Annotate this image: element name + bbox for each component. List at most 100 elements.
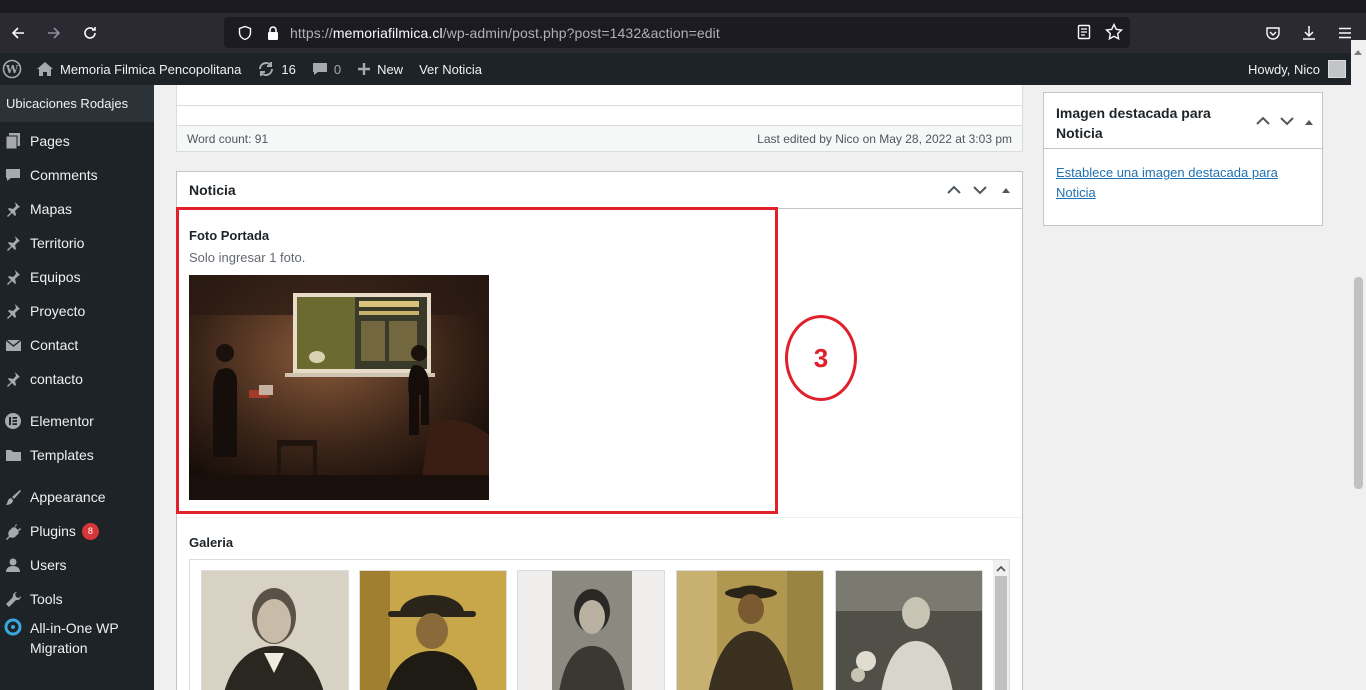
- annotation-highlight-box: [176, 207, 778, 514]
- move-down-icon[interactable]: [972, 181, 988, 199]
- window-scrollbar[interactable]: [1351, 40, 1366, 690]
- sidebar-item-label: All-in-One WP Migration: [30, 620, 119, 656]
- gallery-image-1[interactable]: [201, 570, 349, 690]
- sidebar-item-equipos[interactable]: Equipos: [0, 260, 154, 294]
- howdy-text: Howdy, Nico: [1247, 61, 1320, 77]
- updates-icon: [257, 60, 275, 78]
- wp-admin-bar: W Memoria Filmica Pencopolitana 16 0 New…: [0, 53, 1366, 85]
- sidebar-item-pages[interactable]: Pages: [0, 124, 154, 158]
- gallery-scrollbar[interactable]: [993, 560, 1009, 690]
- view-post-link[interactable]: Ver Noticia: [411, 53, 490, 85]
- browser-tab-strip: [0, 0, 1366, 13]
- pages-icon: [4, 132, 22, 150]
- new-content-link[interactable]: New: [349, 53, 411, 85]
- comments-icon: [4, 166, 22, 184]
- updates-count: 16: [281, 61, 296, 77]
- sidebar-item-contact[interactable]: Contact: [0, 328, 154, 362]
- sidebar-item-territorio[interactable]: Territorio: [0, 226, 154, 260]
- sidebar-item-plugins[interactable]: Plugins 8: [0, 514, 154, 548]
- download-icon[interactable]: [1298, 20, 1320, 46]
- sidebar-item-users[interactable]: Users: [0, 548, 154, 582]
- update-count-badge: 8: [81, 522, 99, 540]
- reader-view-icon[interactable]: [1074, 22, 1094, 42]
- collapse-toggle-icon[interactable]: [1304, 111, 1314, 131]
- wrench-icon: [4, 590, 22, 608]
- sidebar-item-templates[interactable]: Templates: [0, 438, 154, 472]
- sidebar-item-proyecto[interactable]: Proyecto: [0, 294, 154, 328]
- home-icon: [36, 61, 54, 77]
- field-divider: [177, 517, 1022, 518]
- back-icon[interactable]: [0, 15, 36, 51]
- move-up-icon[interactable]: [1256, 111, 1270, 131]
- noticia-metabox-header[interactable]: Noticia: [177, 172, 1022, 209]
- pin-icon: [4, 302, 22, 320]
- featured-image-header[interactable]: Imagen destacada para Noticia: [1044, 93, 1322, 149]
- set-featured-image-link[interactable]: Establece una imagen destacada para Noti…: [1044, 149, 1322, 217]
- editor-area[interactable]: Word count: 91 Last edited by Nico on Ma…: [176, 85, 1023, 152]
- brush-icon: [4, 488, 22, 506]
- shield-icon[interactable]: [234, 25, 256, 41]
- galeria-label: Galeria: [189, 535, 234, 550]
- galeria-gallery[interactable]: [189, 559, 1010, 690]
- plus-icon: [357, 62, 371, 76]
- sidebar-item-label: Comments: [30, 167, 98, 183]
- sidebar-item-label: Elementor: [30, 413, 94, 429]
- folder-icon: [4, 446, 22, 464]
- pocket-icon[interactable]: [1262, 20, 1284, 46]
- browser-toolbar: https://memoriafilmica.cl/wp-admin/post.…: [0, 13, 1366, 53]
- last-edited: Last edited by Nico on May 28, 2022 at 3…: [757, 131, 1012, 146]
- plugin-icon: [4, 522, 22, 540]
- word-count: Word count: 91: [187, 131, 269, 146]
- forward-icon[interactable]: [36, 15, 72, 51]
- sidebar-item-tools[interactable]: Tools: [0, 582, 154, 616]
- pin-icon: [4, 268, 22, 286]
- sidebar-item-label: Users: [30, 557, 67, 573]
- sidebar-item-label: Pages: [30, 133, 70, 149]
- comment-icon: [312, 61, 328, 77]
- sidebar-item-label: Proyecto: [30, 303, 86, 319]
- gallery-image-4[interactable]: [676, 570, 824, 690]
- wordpress-logo-icon[interactable]: W: [0, 53, 28, 85]
- avatar: [1328, 60, 1346, 78]
- move-up-icon[interactable]: [946, 181, 962, 199]
- sidebar-item-label: Contact: [30, 337, 79, 353]
- move-down-icon[interactable]: [1280, 111, 1294, 131]
- sidebar-item-all-in-one-wp-migration[interactable]: All-in-One WP Migration: [0, 616, 154, 660]
- lock-icon[interactable]: [262, 25, 284, 41]
- url-text[interactable]: https://memoriafilmica.cl/wp-admin/post.…: [290, 25, 720, 41]
- featured-image-title: Imagen destacada para Noticia: [1056, 105, 1211, 141]
- comments-link[interactable]: 0: [304, 53, 349, 85]
- reload-icon[interactable]: [72, 15, 108, 51]
- editor-divider: [177, 105, 1022, 106]
- site-name-link[interactable]: Memoria Filmica Pencopolitana: [28, 53, 249, 85]
- pin-icon: [4, 234, 22, 252]
- my-account[interactable]: Howdy, Nico: [1248, 53, 1346, 85]
- pin-icon: [4, 200, 22, 218]
- updates-link[interactable]: 16: [249, 53, 303, 85]
- bookmark-star-icon[interactable]: [1104, 22, 1124, 42]
- comments-count: 0: [333, 61, 342, 77]
- mail-icon: [4, 336, 22, 354]
- sidebar-item-comments[interactable]: Comments: [0, 158, 154, 192]
- site-name: Memoria Filmica Pencopolitana: [60, 61, 242, 77]
- sidebar-item-label: Appearance: [30, 489, 106, 505]
- admin-sidebar: Ubicaciones Rodajes Pages Comments Mapas Te…: [0, 85, 154, 690]
- sidebar-item-elementor[interactable]: Elementor: [0, 404, 154, 438]
- gallery-image-5[interactable]: [835, 570, 983, 690]
- sidebar-submenu-ubicaciones[interactable]: Ubicaciones Rodajes: [0, 85, 154, 122]
- noticia-title: Noticia: [189, 182, 236, 198]
- gallery-image-3[interactable]: [517, 570, 665, 690]
- migration-icon: [4, 618, 22, 636]
- pin-icon: [4, 370, 22, 388]
- gallery-image-2[interactable]: [359, 570, 507, 690]
- svg-text:W: W: [5, 63, 19, 76]
- sidebar-item-appearance[interactable]: Appearance: [0, 480, 154, 514]
- view-label: Ver Noticia: [419, 61, 482, 77]
- users-icon: [4, 556, 22, 574]
- sidebar-item-mapas[interactable]: Mapas: [0, 192, 154, 226]
- featured-image-metabox: Imagen destacada para Noticia Establece …: [1043, 92, 1323, 226]
- collapse-toggle-icon[interactable]: [998, 181, 1014, 199]
- url-bar[interactable]: https://memoriafilmica.cl/wp-admin/post.…: [224, 17, 1130, 48]
- sidebar-item-label: Equipos: [30, 269, 81, 285]
- sidebar-item-contacto[interactable]: contacto: [0, 362, 154, 396]
